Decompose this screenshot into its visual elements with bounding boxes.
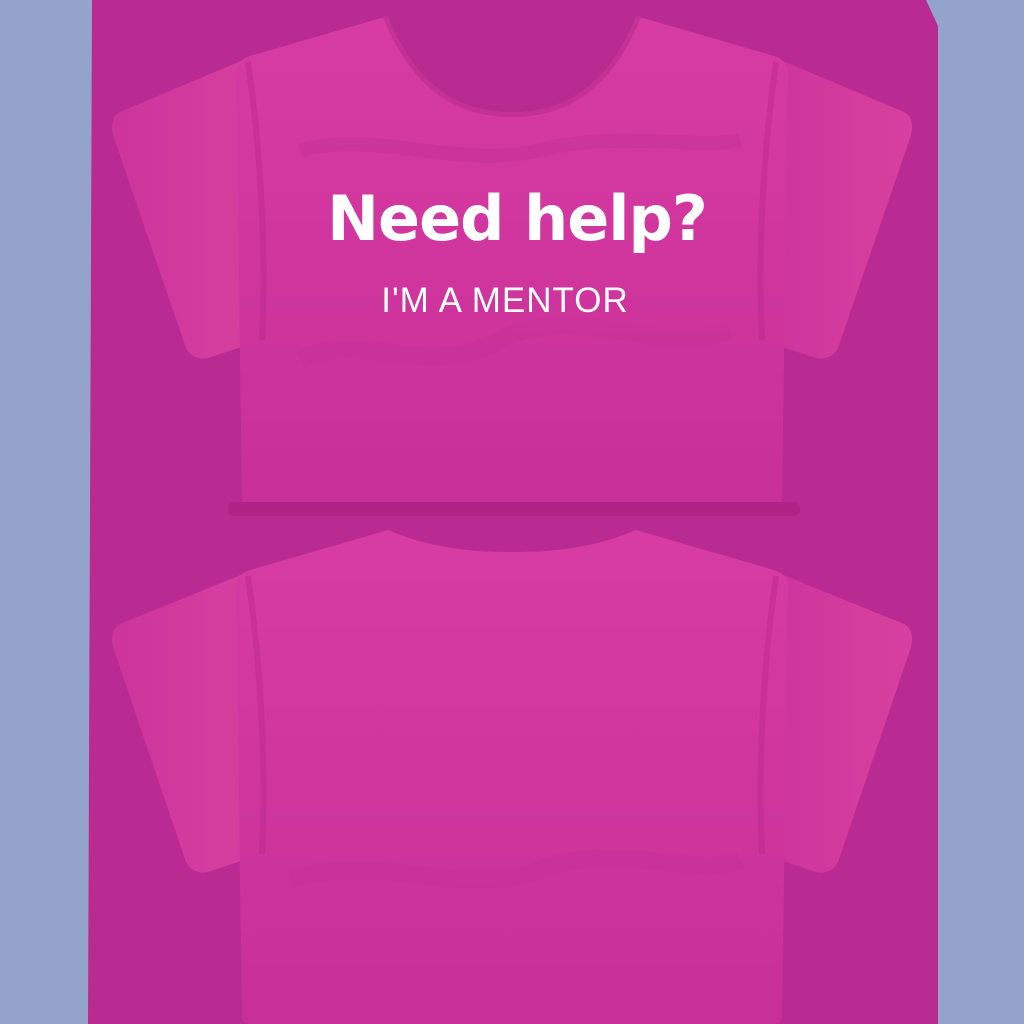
front-hem xyxy=(228,502,800,516)
shirt-front-subtitle: I'M A MENTOR xyxy=(381,281,629,320)
back-torso xyxy=(235,530,789,1024)
shirt-texture-canvas: Need help? I'M A MENTOR xyxy=(0,0,1024,1024)
shirt-texture-art xyxy=(88,0,938,1024)
shirt-front-title: Need help? xyxy=(327,182,708,255)
